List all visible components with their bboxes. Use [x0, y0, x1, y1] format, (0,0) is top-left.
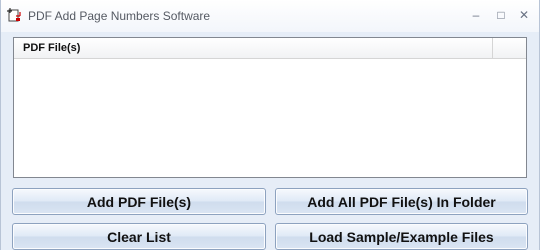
app-window: PDF Add Page Numbers Software – □ ✕ PDF …	[0, 0, 540, 250]
close-icon: ✕	[518, 8, 530, 22]
add-folder-button[interactable]: Add All PDF File(s) In Folder	[275, 188, 528, 215]
column-header-pdf-files[interactable]: PDF File(s)	[14, 38, 493, 58]
add-pdf-files-button[interactable]: Add PDF File(s)	[12, 188, 266, 215]
minimize-button[interactable]: –	[466, 6, 486, 24]
window-title: PDF Add Page Numbers Software	[28, 9, 211, 23]
load-sample-files-button[interactable]: Load Sample/Example Files	[275, 223, 528, 250]
clear-list-button[interactable]: Clear List	[12, 223, 266, 250]
list-body[interactable]	[14, 59, 526, 177]
minimize-icon: –	[472, 8, 480, 22]
app-icon	[7, 8, 21, 22]
title-bar[interactable]: PDF Add Page Numbers Software – □ ✕	[1, 0, 539, 32]
close-button[interactable]: ✕	[514, 6, 534, 24]
maximize-icon: □	[497, 8, 505, 22]
maximize-button[interactable]: □	[491, 6, 511, 24]
pdf-file-list[interactable]: PDF File(s)	[13, 37, 527, 178]
list-header: PDF File(s)	[14, 38, 526, 59]
